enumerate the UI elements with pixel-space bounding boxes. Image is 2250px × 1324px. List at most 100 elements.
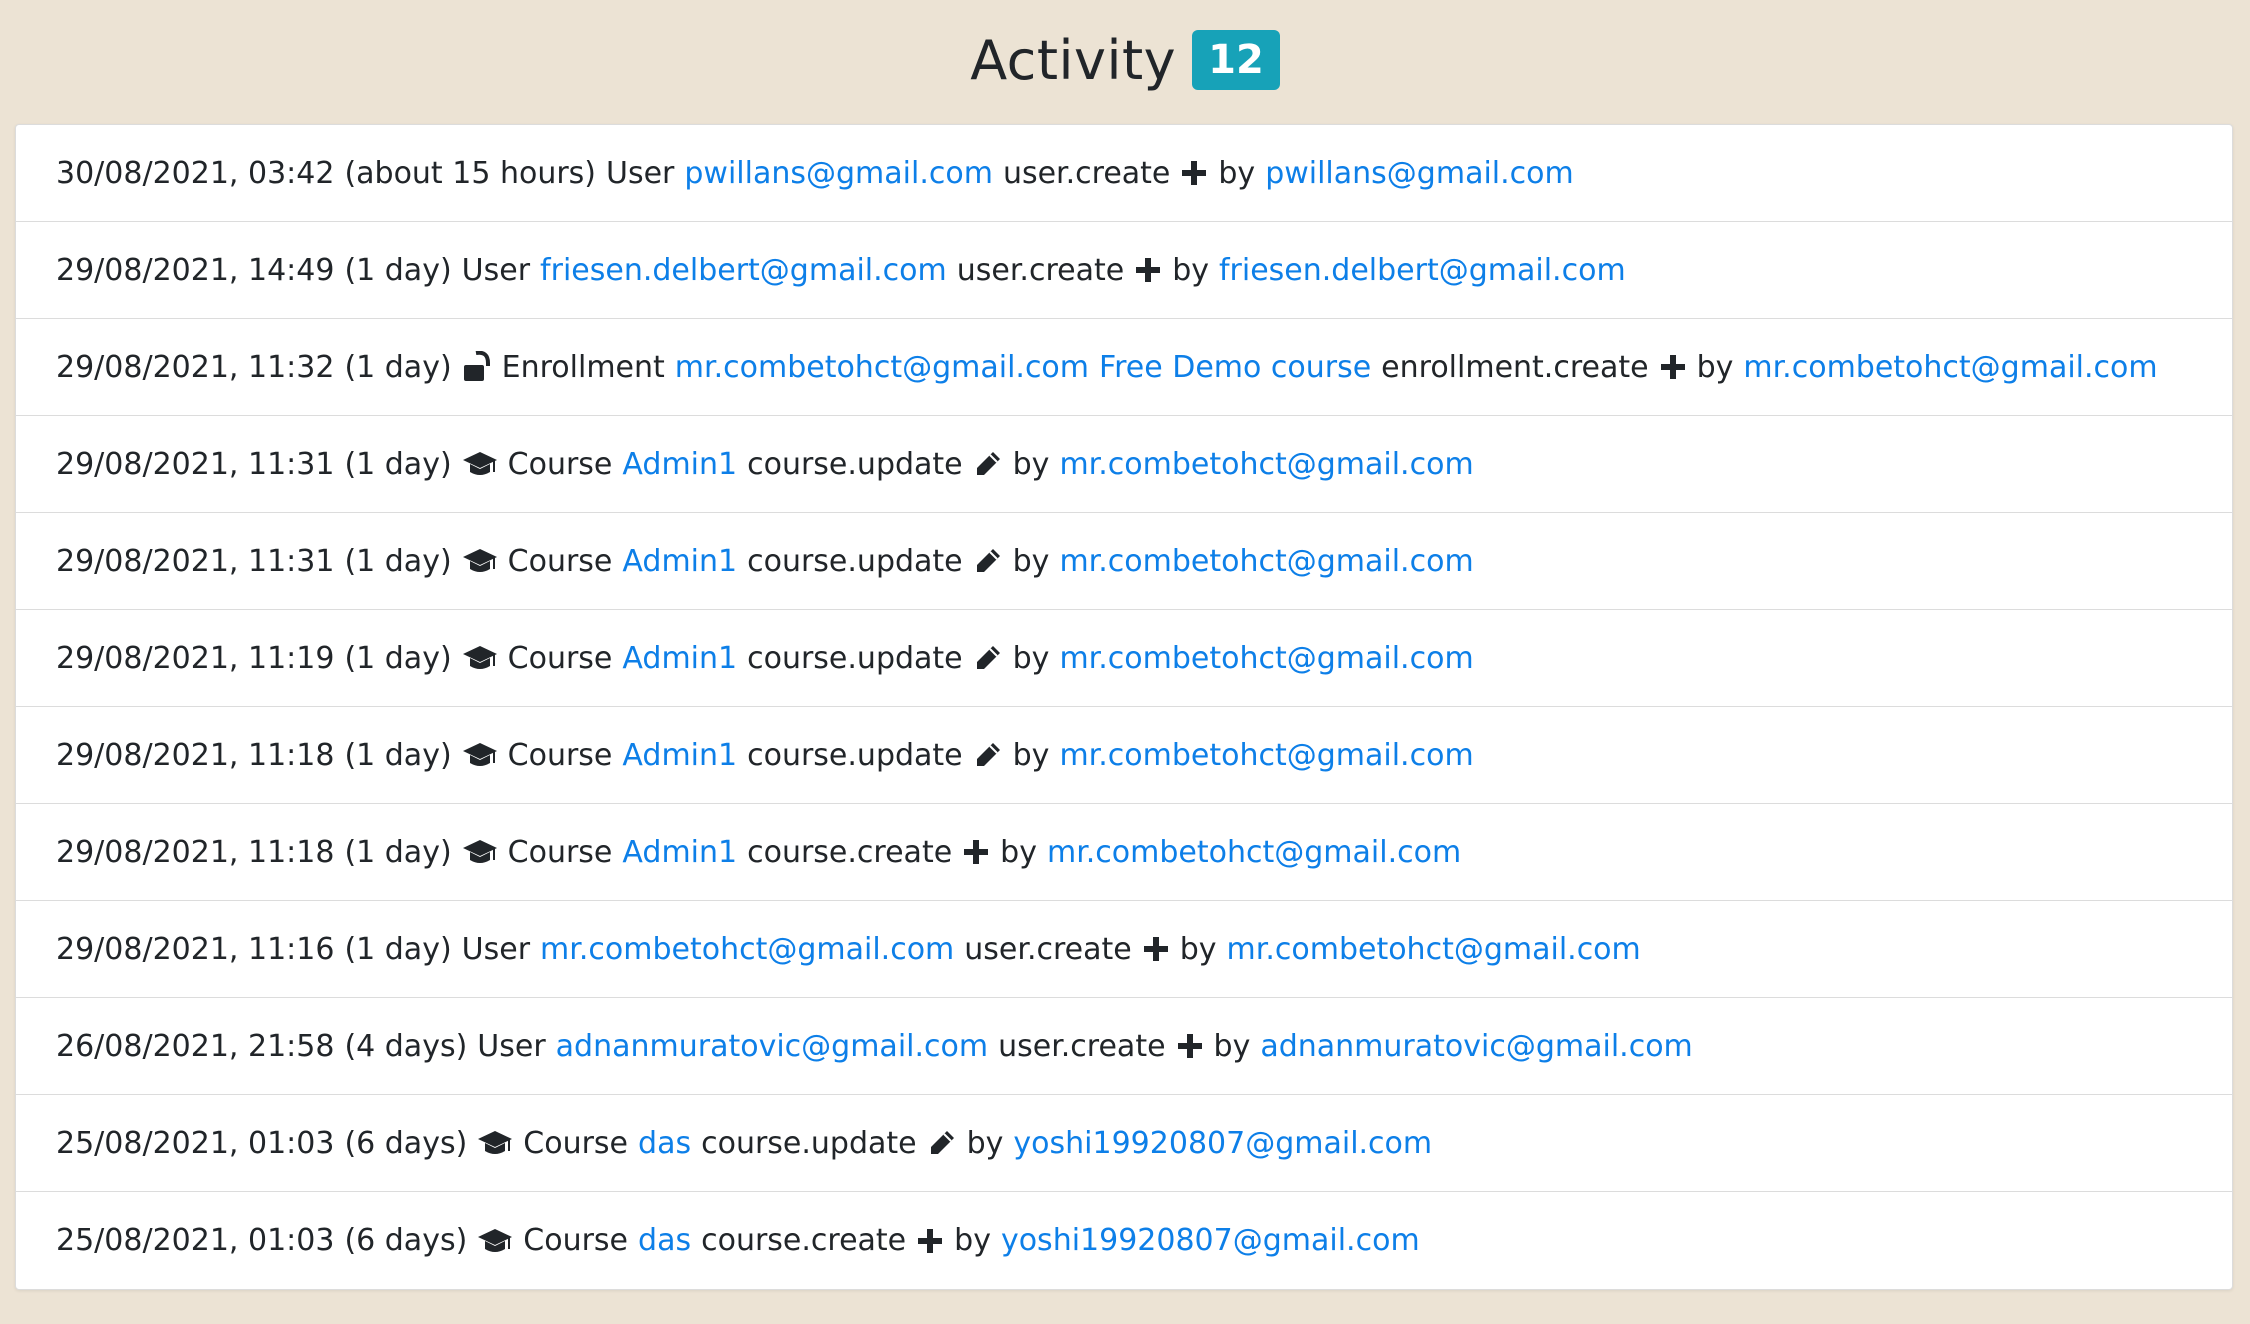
- graduation-cap-icon: [477, 1224, 513, 1258]
- activity-relative-time: (1 day): [344, 252, 452, 288]
- activity-by-label: by: [1012, 446, 1050, 482]
- activity-subject-link[interactable]: Admin1: [622, 544, 737, 579]
- activity-actor-link[interactable]: mr.combetohct@gmail.com: [1743, 350, 2157, 385]
- activity-actor-link[interactable]: pwillans@gmail.com: [1265, 156, 1574, 191]
- activity-by-label: by: [1000, 834, 1037, 870]
- activity-subject-link[interactable]: das: [638, 1223, 691, 1258]
- pencil-icon: [927, 1126, 957, 1160]
- activity-item: 29/08/2021, 11:31 (1 day) Course Admin1 cour…: [16, 513, 2232, 610]
- activity-subject-link[interactable]: friesen.delbert@gmail.com: [540, 253, 947, 288]
- activity-subject-link[interactable]: adnanmuratovic@gmail.com: [556, 1029, 988, 1064]
- activity-item: 29/08/2021, 11:31 (1 day) Course Admin1 cour…: [16, 416, 2232, 513]
- activity-type-label: Course: [507, 543, 613, 579]
- plus-icon: [1180, 156, 1208, 190]
- activity-subject-link[interactable]: Admin1: [622, 835, 737, 870]
- activity-action: enrollment.create: [1381, 349, 1649, 385]
- activity-subject-link[interactable]: Admin1: [622, 738, 737, 773]
- activity-relative-time: (about 15 hours): [344, 155, 596, 191]
- activity-actor-link[interactable]: mr.combetohct@gmail.com: [1059, 544, 1473, 579]
- page-header: Activity 12: [0, 0, 2250, 120]
- activity-action: user.create: [964, 931, 1132, 967]
- activity-subject-link[interactable]: Free Demo course: [1099, 350, 1371, 385]
- activity-timestamp: 26/08/2021, 21:58: [56, 1028, 335, 1064]
- activity-relative-time: (1 day): [344, 446, 452, 482]
- activity-relative-time: (1 day): [344, 737, 452, 773]
- activity-relative-time: (6 days): [344, 1125, 468, 1161]
- unlock-icon: [462, 350, 492, 384]
- activity-timestamp: 29/08/2021, 11:19: [56, 640, 335, 676]
- pencil-icon: [973, 447, 1003, 481]
- activity-action: course.update: [747, 640, 963, 676]
- plus-icon: [1142, 932, 1170, 966]
- activity-action: user.create: [1002, 155, 1171, 191]
- plus-icon: [1659, 350, 1687, 384]
- activity-actor-link[interactable]: yoshi19920807@gmail.com: [1001, 1223, 1420, 1258]
- activity-type-label: Course: [507, 446, 613, 482]
- page-title: Activity: [970, 28, 1177, 92]
- activity-by-label: by: [966, 1125, 1004, 1161]
- activity-relative-time: (4 days): [344, 1028, 468, 1064]
- activity-type-label: Course: [507, 834, 613, 870]
- plus-icon: [962, 835, 990, 869]
- activity-timestamp: 25/08/2021, 01:03: [56, 1125, 335, 1161]
- activity-actor-link[interactable]: mr.combetohct@gmail.com: [1059, 641, 1473, 676]
- activity-actor-link[interactable]: mr.combetohct@gmail.com: [1047, 835, 1461, 870]
- activity-actor-link[interactable]: mr.combetohct@gmail.com: [1059, 447, 1473, 482]
- activity-timestamp: 29/08/2021, 11:32: [56, 349, 335, 385]
- activity-action: course.create: [747, 834, 953, 870]
- activity-subject-link[interactable]: mr.combetohct@gmail.com: [540, 932, 954, 967]
- activity-timestamp: 29/08/2021, 11:31: [56, 446, 335, 482]
- activity-action: user.create: [956, 252, 1125, 288]
- activity-by-label: by: [1213, 1028, 1251, 1064]
- activity-relative-time: (6 days): [344, 1223, 468, 1258]
- activity-type-label: User: [477, 1028, 546, 1064]
- activity-item: 25/08/2021, 01:03 (6 days) Course das course…: [16, 1192, 2232, 1289]
- activity-item: 26/08/2021, 21:58 (4 days) User adnanmurato…: [16, 998, 2232, 1095]
- activity-item: 29/08/2021, 11:19 (1 day) Course Admin1 cour…: [16, 610, 2232, 707]
- activity-timestamp: 29/08/2021, 11:18: [56, 834, 335, 870]
- activity-actor-link[interactable]: friesen.delbert@gmail.com: [1219, 253, 1626, 288]
- graduation-cap-icon: [462, 447, 498, 481]
- activity-action: course.update: [701, 1125, 917, 1161]
- activity-type-label: User: [461, 252, 531, 288]
- activity-item: 30/08/2021, 03:42 (about 15 hours) User pwi…: [16, 125, 2232, 222]
- activity-actor-link[interactable]: adnanmuratovic@gmail.com: [1260, 1029, 1692, 1064]
- activity-action: course.update: [747, 446, 963, 482]
- activity-type-label: Course: [507, 640, 613, 676]
- activity-actor-link[interactable]: mr.combetohct@gmail.com: [1059, 738, 1473, 773]
- activity-timestamp: 29/08/2021, 11:16: [56, 931, 335, 967]
- activity-action: user.create: [998, 1028, 1166, 1064]
- pencil-icon: [973, 641, 1003, 675]
- activity-timestamp: 29/08/2021, 14:49: [56, 252, 335, 288]
- activity-subject-link[interactable]: pwillans@gmail.com: [684, 156, 993, 191]
- activity-by-label: by: [1012, 737, 1050, 773]
- activity-relative-time: (1 day): [344, 543, 452, 579]
- activity-type-label: User: [606, 155, 675, 191]
- activity-type-label: Enrollment: [501, 349, 665, 385]
- activity-action: course.update: [747, 737, 963, 773]
- graduation-cap-icon: [462, 835, 498, 869]
- activity-type-label: User: [461, 931, 531, 967]
- activity-item: 29/08/2021, 11:32 (1 day) Enrollment mr.com…: [16, 319, 2232, 416]
- graduation-cap-icon: [462, 544, 498, 578]
- activity-subject-link[interactable]: Admin1: [622, 641, 737, 676]
- activity-by-label: by: [1012, 640, 1050, 676]
- activity-subject-link[interactable]: das: [638, 1126, 691, 1161]
- activity-relative-time: (1 day): [344, 931, 452, 967]
- activity-timestamp: 25/08/2021, 01:03: [56, 1223, 335, 1258]
- activity-actor-link[interactable]: mr.combetohct@gmail.com: [1227, 932, 1641, 967]
- pencil-icon: [973, 544, 1003, 578]
- activity-type-label: Course: [507, 737, 613, 773]
- activity-by-label: by: [1696, 349, 1734, 385]
- activity-item: 29/08/2021, 11:16 (1 day) User mr.combetohc…: [16, 901, 2232, 998]
- activity-subject-link[interactable]: mr.combetohct@gmail.com: [675, 350, 1089, 385]
- activity-action: course.create: [701, 1223, 907, 1258]
- activity-item: 29/08/2021, 11:18 (1 day) Course Admin1 cour…: [16, 707, 2232, 804]
- activity-actor-link[interactable]: yoshi19920807@gmail.com: [1013, 1126, 1432, 1161]
- activity-item: 25/08/2021, 01:03 (6 days) Course das course…: [16, 1095, 2232, 1192]
- graduation-cap-icon: [462, 738, 498, 772]
- plus-icon: [1134, 253, 1162, 287]
- activity-item: 29/08/2021, 11:18 (1 day) Course Admin1 cour…: [16, 804, 2232, 901]
- activity-subject-link[interactable]: Admin1: [622, 447, 737, 482]
- activity-action: course.update: [747, 543, 963, 579]
